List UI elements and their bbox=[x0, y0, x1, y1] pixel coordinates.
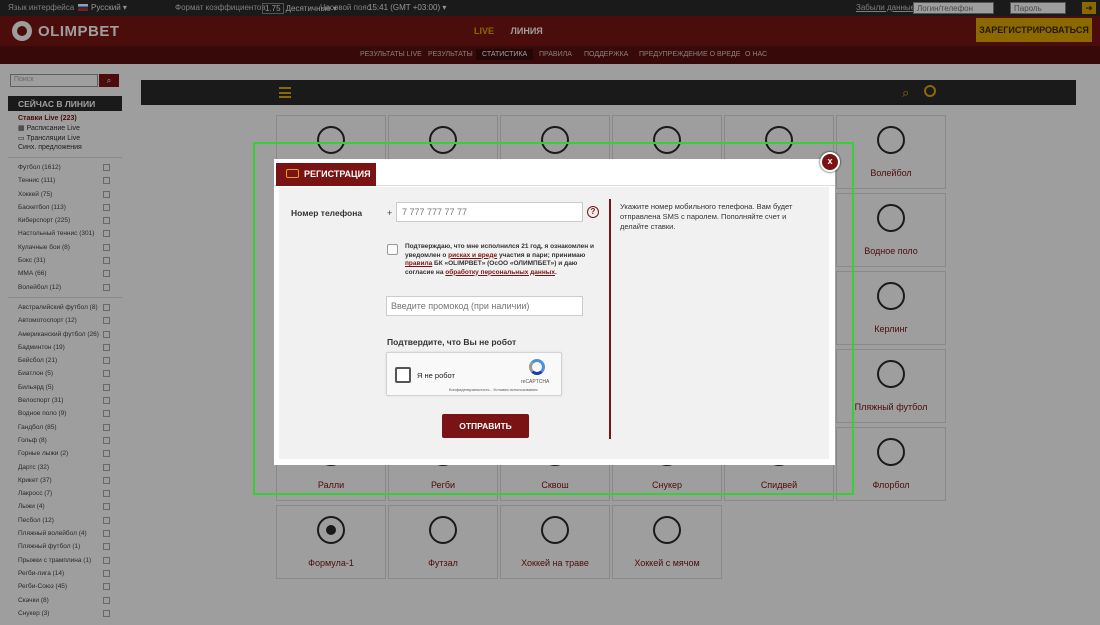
submit-button[interactable]: ОТПРАВИТЬ bbox=[442, 414, 529, 438]
phone-input[interactable] bbox=[396, 202, 583, 222]
agree-text: Подтверждаю, что мне исполнился 21 год, … bbox=[405, 243, 601, 277]
close-button[interactable]: x bbox=[820, 152, 840, 172]
personal-data-link[interactable]: обработку персональных данных bbox=[445, 269, 555, 276]
captcha-label: Я не робот bbox=[417, 371, 455, 380]
hint-text: Укажите номер мобильного телефона. Вам б… bbox=[620, 202, 793, 231]
tab-registration-label: РЕГИСТРАЦИЯ bbox=[304, 169, 371, 179]
modal-header: РЕГИСТРАЦИЯ bbox=[274, 159, 835, 186]
rules-link[interactable]: правила bbox=[405, 260, 432, 267]
captcha-terms[interactable]: Конфиденциальность - Условия использован… bbox=[449, 387, 538, 392]
help-icon[interactable]: ? bbox=[587, 206, 599, 218]
phone-prefix: + bbox=[387, 208, 393, 218]
agree-text-part-2: участия в пари; принимаю bbox=[497, 251, 586, 259]
promo-input[interactable] bbox=[386, 296, 583, 316]
phone-label: Номер телефона bbox=[291, 208, 363, 218]
tab-registration[interactable]: РЕГИСТРАЦИЯ bbox=[276, 163, 376, 186]
captcha-brand: reCAPTCHA bbox=[521, 379, 550, 385]
recaptcha-widget: Я не робот reCAPTCHA Конфиденциальность … bbox=[386, 352, 562, 396]
robot-title: Подтвердите, что Вы не робот bbox=[387, 337, 517, 347]
risks-link[interactable]: рисках и вреде bbox=[448, 252, 497, 259]
agree-text-part-4: . bbox=[554, 268, 557, 276]
chat-icon bbox=[286, 169, 299, 178]
modal-body: Номер телефона + ? Подтверждаю, что мне … bbox=[279, 187, 829, 459]
agree-checkbox[interactable] bbox=[387, 244, 398, 255]
registration-modal: РЕГИСТРАЦИЯ x Номер телефона + ? Подтвер… bbox=[274, 152, 840, 465]
captcha-checkbox[interactable] bbox=[395, 367, 411, 383]
recaptcha-icon bbox=[529, 359, 545, 375]
modal-divider bbox=[609, 199, 611, 439]
